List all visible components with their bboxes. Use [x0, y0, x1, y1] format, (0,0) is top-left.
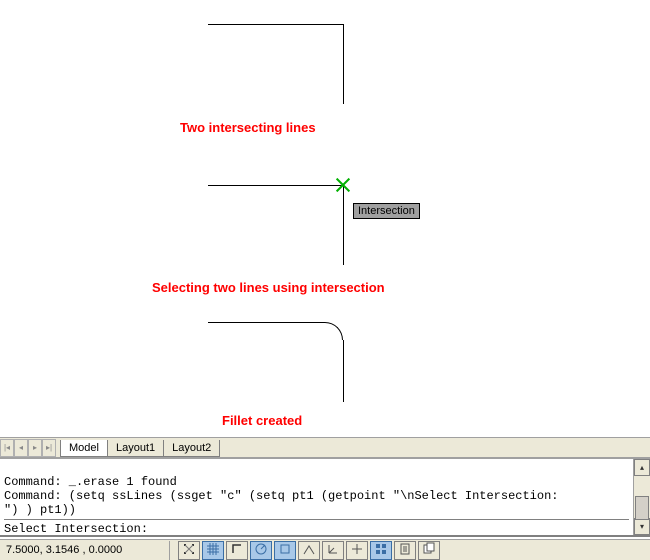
tab-nav-prev[interactable]: ◂: [14, 439, 28, 457]
polar-icon: [254, 542, 268, 559]
ortho-toggle[interactable]: [226, 541, 248, 560]
fig1-horizontal-line: [208, 24, 343, 25]
qp-toggle[interactable]: [394, 541, 416, 560]
scroll-down-button[interactable]: ▾: [634, 518, 650, 535]
otrack-icon: [302, 542, 316, 559]
tab-label: Model: [69, 442, 99, 454]
status-toggle-group: [178, 541, 440, 560]
polar-toggle[interactable]: [250, 541, 272, 560]
command-scrollbar[interactable]: ▴ ▾: [633, 459, 650, 535]
scroll-thumb[interactable]: [635, 496, 649, 520]
osnap-icon: [278, 542, 292, 559]
command-separator: [4, 519, 629, 520]
grid-toggle[interactable]: [202, 541, 224, 560]
command-window[interactable]: Command: _.erase 1 found Command: (setq …: [0, 457, 650, 537]
intersection-tooltip: Intersection: [353, 203, 420, 219]
fig3-vertical-line: [343, 340, 344, 402]
label-select-intersection: Selecting two lines using intersection: [152, 280, 385, 295]
grid-icon: [206, 542, 220, 559]
otrack-toggle[interactable]: [298, 541, 320, 560]
ducs-toggle[interactable]: [322, 541, 344, 560]
tab-nav-last[interactable]: ▸|: [42, 439, 56, 457]
ortho-icon: [230, 542, 244, 559]
cmd-prompt: Select Intersection:: [4, 522, 148, 536]
tab-label: Layout2: [172, 442, 211, 454]
command-text[interactable]: Command: _.erase 1 found Command: (setq …: [0, 459, 633, 535]
fillet-arc: [325, 322, 343, 340]
tab-nav-buttons: |◂ ◂ ▸ ▸|: [0, 438, 56, 457]
label-fillet-created: Fillet created: [222, 413, 302, 428]
snap-toggle[interactable]: [178, 541, 200, 560]
fig3-horizontal-line: [208, 322, 325, 323]
scroll-track[interactable]: [634, 476, 650, 518]
tab-model[interactable]: Model: [60, 440, 108, 457]
fig2-vertical-line: [343, 185, 344, 265]
qp-icon: [398, 542, 412, 559]
fig1-vertical-line: [343, 24, 344, 104]
lwt-icon: [374, 542, 388, 559]
tab-nav-first[interactable]: |◂: [0, 439, 14, 457]
fig2-horizontal-line: [208, 185, 343, 186]
ducs-icon: [326, 542, 340, 559]
tab-layout1[interactable]: Layout1: [107, 440, 164, 457]
snap-icon: [182, 542, 196, 559]
dyn-toggle[interactable]: [346, 541, 368, 560]
tab-label: Layout1: [116, 442, 155, 454]
cmd-history-line: ") ) pt1)): [4, 503, 76, 517]
tab-nav-next[interactable]: ▸: [28, 439, 42, 457]
scroll-up-button[interactable]: ▴: [634, 459, 650, 476]
tab-layout2[interactable]: Layout2: [163, 440, 220, 457]
osnap-toggle[interactable]: [274, 541, 296, 560]
model-icon: [422, 542, 436, 559]
dyn-icon: [350, 542, 364, 559]
cmd-history-line: Command: (setq ssLines (ssget "c" (setq …: [4, 489, 559, 503]
model-toggle[interactable]: [418, 541, 440, 560]
coordinate-readout[interactable]: 7.5000, 3.1546 , 0.0000: [0, 541, 170, 560]
label-two-lines: Two intersecting lines: [180, 120, 316, 135]
layout-tabstrip: |◂ ◂ ▸ ▸| Model Layout1 Layout2: [0, 437, 650, 457]
lwt-toggle[interactable]: [370, 541, 392, 560]
status-bar: 7.5000, 3.1546 , 0.0000: [0, 539, 650, 560]
drawing-canvas[interactable]: Two intersecting lines Intersection Sele…: [0, 0, 650, 437]
cmd-history-line: Command: _.erase 1 found: [4, 475, 177, 489]
